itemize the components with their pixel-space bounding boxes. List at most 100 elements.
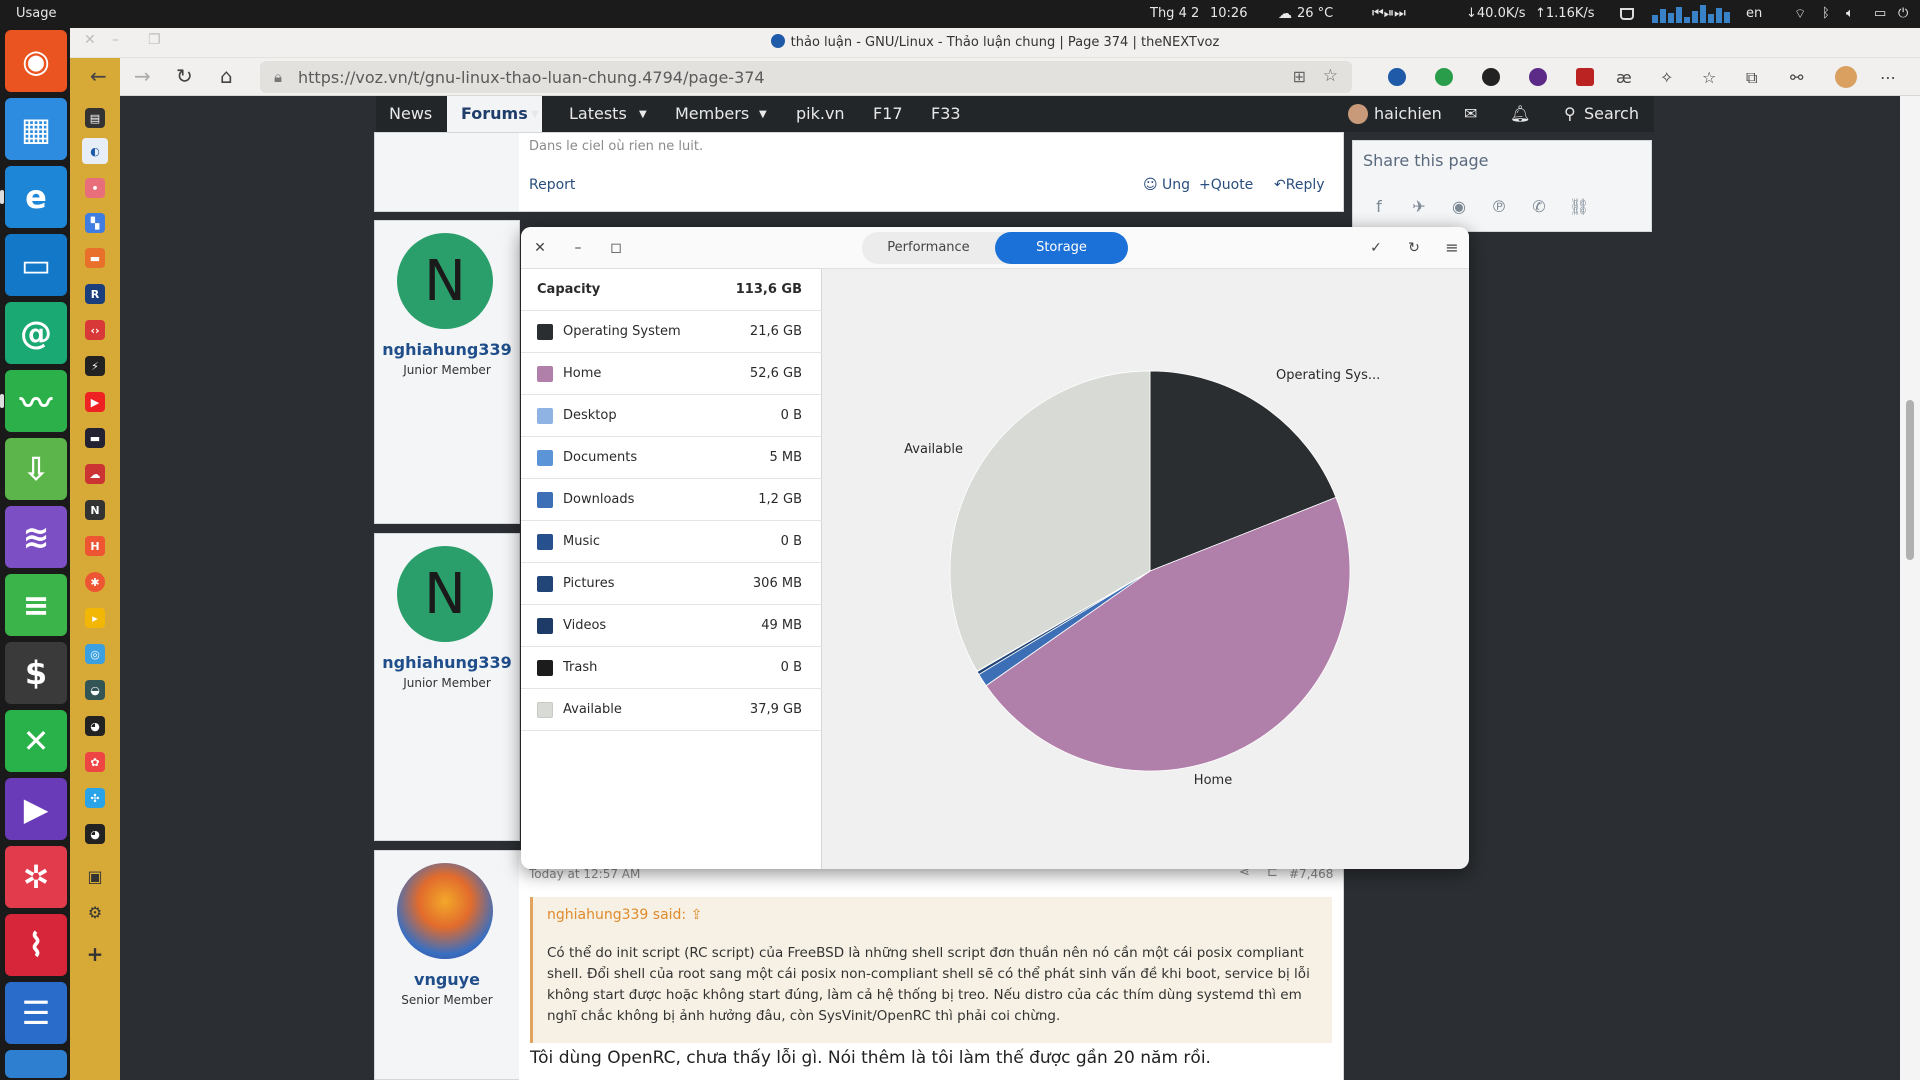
reply-button[interactable]: ↶Reply [1274, 177, 1325, 193]
sidebar-voz-icon[interactable]: ◐ [82, 138, 108, 164]
sidebar-app-icon[interactable]: R [85, 284, 105, 304]
extension-icon[interactable] [1482, 68, 1500, 86]
profile-avatar[interactable] [1835, 66, 1857, 88]
page-scrollbar[interactable] [1900, 96, 1920, 1080]
sidebar-github-icon[interactable]: ◕ [85, 824, 105, 844]
clock-date[interactable]: Thg 4 2 [1150, 6, 1199, 21]
lock-icon[interactable]: 🔒︎ [274, 68, 282, 86]
tab-storage[interactable]: Storage [995, 232, 1128, 264]
voz-extension-icon[interactable] [1388, 68, 1406, 86]
system-monitor-graph[interactable] [1652, 5, 1730, 23]
home-icon[interactable]: ⌂ [220, 66, 233, 86]
post-username[interactable]: vnguye [367, 970, 527, 989]
edge-browser-icon[interactable]: e [0, 166, 67, 228]
post-number[interactable]: #7,468 [1289, 867, 1333, 881]
storage-row-downloads[interactable]: Downloads 1,2 GB [521, 479, 822, 521]
more-apps-icon[interactable] [5, 1050, 67, 1078]
weather-temp[interactable]: 26 °C [1297, 6, 1333, 21]
news-icon[interactable]: ☰ [5, 982, 67, 1044]
keyboard-layout[interactable]: en [1746, 6, 1762, 21]
search-icon[interactable]: ⚲ [1564, 104, 1576, 123]
storage-row-trash[interactable]: Trash 0 B [521, 647, 822, 689]
sidebar-app-icon[interactable]: ◒ [85, 680, 105, 700]
storage-row-pictures[interactable]: Pictures 306 MB [521, 563, 822, 605]
nav-members-dropdown-icon[interactable]: ▼ [759, 109, 767, 120]
extension-icon[interactable] [1529, 68, 1547, 86]
maximize-icon[interactable]: ◻ [605, 237, 627, 259]
sidebar-app-icon[interactable]: ✿ [85, 752, 105, 772]
twitter-icon[interactable]: ✈ [1409, 197, 1429, 217]
video-player-icon[interactable]: ▶ [5, 778, 67, 840]
nav-pik[interactable]: pik.vn [796, 104, 845, 123]
media-controls[interactable]: ⏮⏯⏭ [1372, 6, 1406, 21]
sidebar-app-icon[interactable]: N [85, 500, 105, 520]
volume-icon[interactable]: 🔈︎ [1846, 6, 1854, 21]
more-menu-icon[interactable]: ⋯ [1880, 68, 1896, 88]
close-icon[interactable]: ✕ [529, 237, 551, 259]
search-link[interactable]: Search [1584, 104, 1639, 123]
sidebar-app-icon[interactable]: H [85, 536, 105, 556]
back-icon[interactable]: ← [90, 66, 107, 86]
power-icon[interactable]: ⏻ [1898, 6, 1908, 21]
forward-icon[interactable]: → [134, 66, 151, 86]
refresh-icon[interactable]: ↻ [1403, 237, 1425, 259]
sidebar-app-icon[interactable]: ‹› [85, 320, 105, 340]
collections-icon[interactable]: ⧉ [1746, 68, 1757, 88]
nav-forums-dropdown-icon[interactable]: ▼ [531, 109, 539, 120]
quote-author[interactable]: nghiahung339 said: ⇪ [547, 907, 702, 923]
hamburger-menu-icon[interactable]: ≡ [1441, 237, 1463, 259]
sidebar-app-icon[interactable]: ◎ [85, 644, 105, 664]
storage-row-home[interactable]: Home 52,6 GB [521, 353, 822, 395]
activities-label[interactable]: Usage [16, 6, 57, 21]
storage-row-available[interactable]: Available 37,9 GB [521, 689, 822, 731]
mail-icon[interactable]: @ [5, 302, 67, 364]
sidebar-app-icon[interactable]: ⚡ [85, 356, 105, 376]
extension-icon[interactable]: æ [1616, 68, 1632, 88]
avatar[interactable]: N [397, 233, 493, 329]
sidebar-app-icon[interactable]: ▬ [85, 428, 105, 448]
minimize-icon[interactable]: – [567, 237, 589, 259]
check-icon[interactable]: ✓ [1365, 237, 1387, 259]
sidebar-wallet-icon[interactable]: ▣ [85, 866, 105, 886]
post-username[interactable]: nghiahung339 [367, 340, 527, 359]
bell-icon[interactable]: 🔔︎ [1510, 104, 1530, 123]
storage-row-desktop[interactable]: Desktop 0 B [521, 395, 822, 437]
ubuntu-icon[interactable]: ◉ [5, 30, 67, 92]
sidebar-github-icon[interactable]: ◕ [85, 716, 105, 736]
crossover-icon[interactable]: ✕ [5, 710, 67, 772]
reload-icon[interactable]: ↻ [176, 66, 193, 86]
nav-news[interactable]: News [389, 104, 432, 123]
nav-latests-dropdown-icon[interactable]: ▼ [639, 109, 647, 120]
storage-row-music[interactable]: Music 0 B [521, 521, 822, 563]
podcast-icon[interactable]: ⌇ [5, 914, 67, 976]
sidebar-app-icon[interactable]: ☁ [85, 464, 105, 484]
battery-icon[interactable]: ▭ [1874, 6, 1886, 21]
sidebar-app-icon[interactable]: ✱ [85, 572, 105, 592]
post-timestamp[interactable]: Today at 12:57 AM [529, 867, 640, 881]
apps-grid-icon[interactable]: ▦ [5, 98, 67, 160]
bluetooth-icon[interactable]: ᛒ [1822, 6, 1830, 21]
ung-button[interactable]: ☺ Ung [1143, 177, 1190, 193]
nav-latests[interactable]: Latests [569, 104, 627, 123]
post-username[interactable]: nghiahung339 [367, 653, 527, 672]
url-text[interactable]: https://voz.vn/t/gnu-linux-thao-luan-chu… [298, 68, 765, 87]
extensions-icon[interactable]: ✧ [1660, 68, 1673, 88]
sidebar-panel-icon[interactable]: ▤ [85, 108, 105, 128]
tab-performance[interactable]: Performance [862, 232, 995, 264]
system-monitor-icon[interactable]: 〰 [0, 370, 67, 432]
files-icon[interactable]: ▭ [5, 234, 67, 296]
storage-row-videos[interactable]: Videos 49 MB [521, 605, 822, 647]
storage-row-operating-system[interactable]: Operating System 21,6 GB [521, 311, 822, 353]
storage-row-documents[interactable]: Documents 5 MB [521, 437, 822, 479]
reddit-icon[interactable]: ◉ [1449, 197, 1469, 217]
username-link[interactable]: haichien [1374, 104, 1442, 123]
nav-forums[interactable]: Forums [447, 96, 542, 132]
address-bar[interactable]: 🔒︎ https://voz.vn/t/gnu-linux-thao-luan-… [260, 61, 1352, 93]
inbox-icon[interactable]: ✉ [1464, 104, 1477, 123]
add-sidebar-icon[interactable]: + [85, 942, 105, 966]
avatar[interactable]: N [397, 546, 493, 642]
aperture-icon[interactable]: ✲ [5, 846, 67, 908]
terminal-icon[interactable]: $ [5, 642, 67, 704]
sidebar-app-icon[interactable]: ▚ [85, 213, 105, 233]
sidebar-app-icon[interactable]: • [85, 178, 105, 198]
